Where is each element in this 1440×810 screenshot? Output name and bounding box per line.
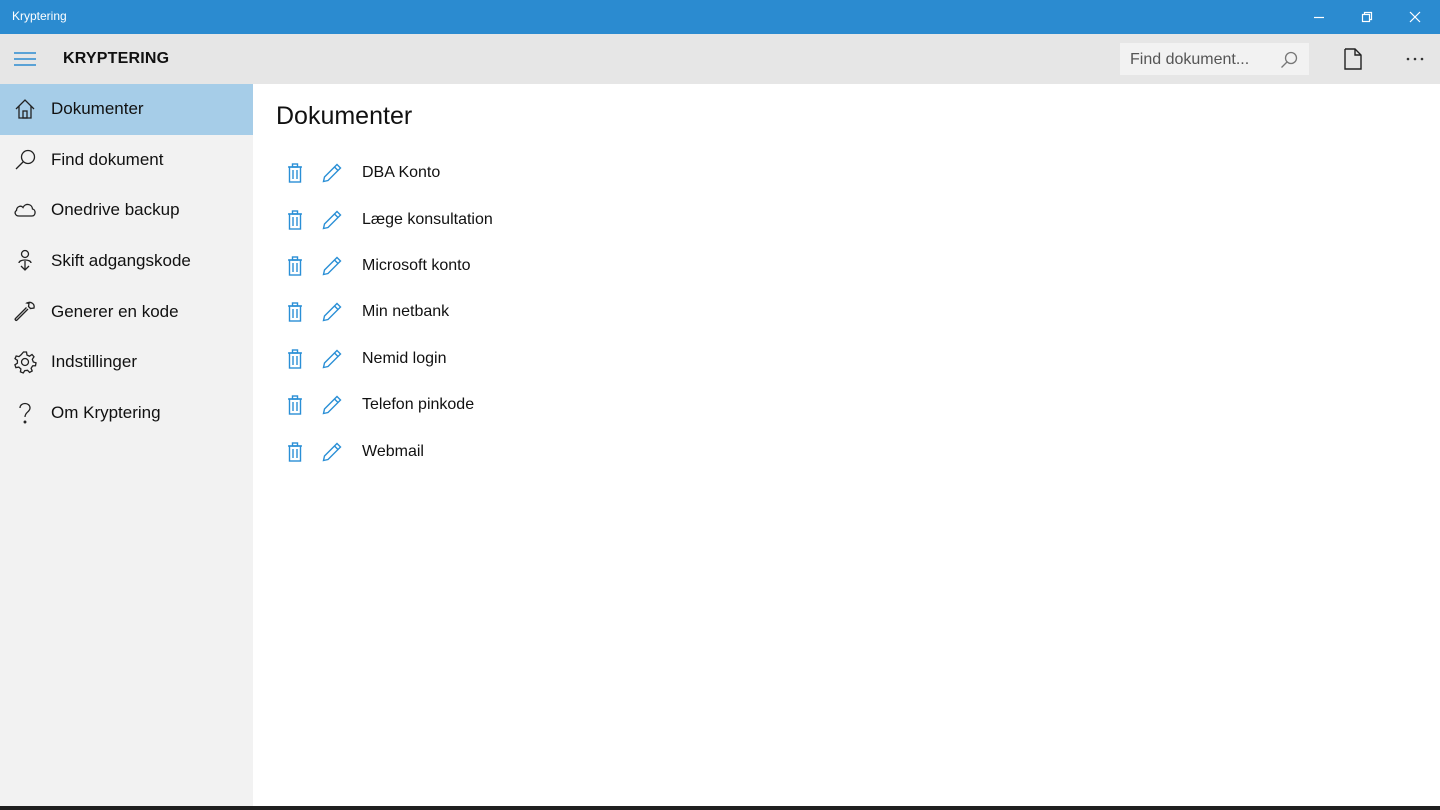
delete-button[interactable] (276, 339, 314, 379)
document-name[interactable]: Læge konsultation (362, 211, 493, 229)
document-list: DBA Konto Læge konsultation Microsoft ko… (276, 150, 493, 475)
sidebar-item-om-kryptering[interactable]: Om Kryptering (0, 388, 253, 439)
restore-icon (1361, 11, 1373, 23)
delete-button[interactable] (276, 432, 314, 472)
sidebar-item-label: Indstillinger (51, 352, 137, 372)
search-icon (15, 149, 36, 170)
document-name[interactable]: Telefon pinkode (362, 396, 474, 414)
hamburger-icon (14, 52, 36, 66)
document-name[interactable]: Min netbank (362, 303, 449, 321)
trash-icon (288, 163, 302, 183)
pencil-icon (322, 302, 342, 322)
trash-icon (288, 302, 302, 323)
search-box[interactable]: Find dokument... (1120, 43, 1309, 75)
sidebar-item-indstillinger[interactable]: Indstillinger (0, 337, 253, 388)
delete-button[interactable] (276, 292, 314, 332)
password-change-icon (18, 249, 32, 271)
pencil-icon (322, 395, 342, 415)
more-icon (1406, 57, 1424, 61)
document-name[interactable]: Webmail (362, 443, 424, 461)
wrench-icon (14, 301, 35, 321)
list-item: Telefon pinkode (276, 382, 493, 428)
close-icon (1409, 11, 1421, 23)
sidebar-item-label: Om Kryptering (51, 402, 161, 422)
sidebar-item-find-dokument[interactable]: Find dokument (0, 135, 253, 186)
trash-icon (288, 395, 302, 415)
sidebar-item-dokumenter[interactable]: Dokumenter (0, 84, 253, 135)
pencil-icon (322, 210, 342, 230)
edit-button[interactable] (314, 200, 350, 240)
list-item: Webmail (276, 428, 493, 474)
document-icon (1344, 48, 1362, 70)
window-title: Kryptering (12, 9, 67, 23)
trash-icon (288, 441, 302, 462)
cloud-icon (14, 204, 36, 218)
document-name[interactable]: Nemid login (362, 350, 446, 368)
delete-button[interactable] (276, 200, 314, 240)
sidebar-item-label: Find dokument (51, 149, 164, 169)
sidebar-item-skift-adgangskode[interactable]: Skift adgangskode (0, 236, 253, 287)
sidebar-item-generer-en-kode[interactable]: Generer en kode (0, 286, 253, 337)
hamburger-button[interactable] (0, 34, 50, 84)
list-item: Nemid login (276, 336, 493, 382)
sidebar-item-label: Onedrive backup (51, 200, 180, 220)
delete-button[interactable] (276, 153, 314, 193)
document-name[interactable]: Microsoft konto (362, 257, 470, 275)
restore-button[interactable] (1344, 0, 1390, 34)
delete-button[interactable] (276, 246, 314, 286)
pencil-icon (322, 349, 342, 369)
trash-icon (288, 349, 302, 369)
app-bar: KRYPTERING Find dokument... (0, 34, 1440, 84)
edit-button[interactable] (314, 292, 350, 332)
window-titlebar: Kryptering (0, 0, 1440, 34)
window-bottom-border (0, 806, 1440, 810)
trash-icon (288, 209, 302, 230)
list-item: Læge konsultation (276, 196, 493, 242)
pencil-icon (322, 442, 342, 461)
list-item: Min netbank (276, 289, 493, 335)
more-options-button[interactable] (1392, 34, 1438, 84)
edit-button[interactable] (314, 246, 350, 286)
main-content: Dokumenter DBA Konto Læge konsultation M… (253, 84, 1440, 806)
document-name[interactable]: DBA Konto (362, 164, 440, 182)
pencil-icon (322, 163, 342, 183)
question-icon (19, 402, 31, 424)
edit-button[interactable] (314, 153, 350, 193)
list-item: Microsoft konto (276, 243, 493, 289)
gear-icon (14, 351, 37, 375)
edit-button[interactable] (314, 432, 350, 472)
search-icon[interactable] (1280, 51, 1298, 69)
page-title: Dokumenter (276, 102, 413, 130)
close-button[interactable] (1392, 0, 1438, 34)
app-title: KRYPTERING (63, 50, 170, 67)
sidebar-item-label: Skift adgangskode (51, 251, 191, 271)
sidebar-item-label: Dokumenter (51, 99, 144, 119)
pencil-icon (322, 256, 342, 276)
sidebar-item-label: Generer en kode (51, 301, 179, 321)
trash-icon (288, 256, 302, 276)
list-item: DBA Konto (276, 150, 493, 196)
navigation-pane: Dokumenter Find dokument Onedrive backup… (0, 84, 253, 806)
edit-button[interactable] (314, 385, 350, 425)
minimize-icon (1314, 16, 1324, 19)
new-document-button[interactable] (1330, 34, 1376, 84)
minimize-button[interactable] (1296, 0, 1342, 34)
delete-button[interactable] (276, 385, 314, 425)
edit-button[interactable] (314, 339, 350, 379)
sidebar-item-onedrive-backup[interactable]: Onedrive backup (0, 185, 253, 236)
search-placeholder: Find dokument... (1130, 51, 1250, 68)
home-icon (15, 99, 35, 119)
